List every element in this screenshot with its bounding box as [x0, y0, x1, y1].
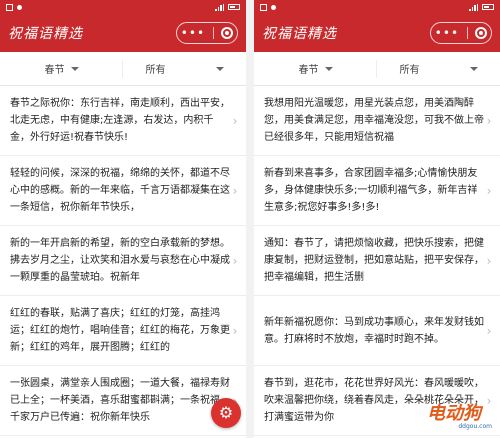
- nav-bar: 祝福语精选 •••: [0, 14, 246, 52]
- mini-program-capsule: •••: [176, 22, 238, 44]
- greeting-list: 我想用阳光温暖您，用星光装点您，用美酒陶醉您，用美食满足您，用幸福淹没您，可我不…: [254, 86, 500, 436]
- scope-filter[interactable]: 所有: [377, 52, 500, 85]
- chevron-right-icon: ›: [232, 323, 238, 338]
- list-item[interactable]: 我想用阳光温暖您，用星光装点您，用美酒陶醉您，用美食满足您，用幸福淹没您，可我不…: [254, 86, 500, 156]
- greeting-text: 新年新福祝愿你：马到成功事顺心，来年发财钱如意。打麻将时不放炮，幸福时时跑不掉。: [264, 316, 484, 345]
- list-item[interactable]: 春节之际祝你：东行吉祥，南走顺利，西出平安，北走无虑，中有健康;左逢源，右发达，…: [0, 86, 246, 156]
- chevron-right-icon: ›: [486, 113, 492, 128]
- dropdown-caret-icon: [70, 66, 79, 71]
- close-mini-program-icon[interactable]: [475, 27, 488, 39]
- greeting-list: 春节之际祝你：东行吉祥，南走顺利，西出平安，北走无虑，中有健康;左逢源，右发达，…: [0, 86, 246, 436]
- more-menu-button[interactable]: •••: [181, 27, 205, 39]
- watermark-text: 电动狗: [427, 403, 481, 424]
- greeting-text: 新春到来喜事多，合家团圆幸福多;心情愉快朋友多，身体健康快乐多;一切顺利福气多，…: [264, 168, 478, 213]
- signal-icon: [215, 3, 224, 11]
- dropdown-caret-icon: [469, 66, 478, 71]
- scope-filter[interactable]: 所有: [123, 52, 246, 85]
- close-mini-program-icon[interactable]: [221, 27, 234, 39]
- greeting-text: 通知：春节了，请把烦恼收藏，把快乐搜索，把健康复制，把财运登制，把如意站贴，把平…: [264, 238, 484, 283]
- list-item[interactable]: 轻轻的问候，深深的祝福，绵绵的关怀，都道不尽心中的感概。新的一年来临，千言万语都…: [0, 156, 246, 226]
- app-title: 祝福语精选: [8, 26, 83, 42]
- greeting-text: 新的一年开启新的希望，新的空白承载新的梦想。拂去岁月之尘，让欢笑和泪水爱与哀愁在…: [10, 238, 230, 283]
- category-filter[interactable]: 春节: [0, 52, 123, 85]
- dropdown-caret-icon: [215, 66, 224, 71]
- notification-icon: [260, 3, 267, 11]
- panel-divider: [246, 0, 254, 438]
- battery-icon: [482, 4, 494, 10]
- signal-icon: [469, 3, 478, 11]
- screenshot-stage: 祝福语精选 ••• 春节 所有 春节之际祝你：东行吉祥，南走顺利，西出平安，北走…: [0, 0, 500, 438]
- chevron-right-icon: ›: [232, 183, 238, 198]
- filter-bar: 春节 所有: [0, 52, 246, 86]
- list-item[interactable]: 一张圆桌，满堂亲人围成圈；一道大餐，福禄寿财已上全；一杯美酒，喜乐甜蜜都斟满；一…: [0, 366, 246, 436]
- category-filter[interactable]: 春节: [254, 52, 377, 85]
- nav-bar: 祝福语精选 •••: [254, 14, 500, 52]
- app-title: 祝福语精选: [262, 26, 337, 42]
- site-watermark-logo: 电动狗 ddgou.com: [410, 392, 498, 432]
- list-item[interactable]: 新春到来喜事多，合家团圆幸福多;心情愉快朋友多，身体健康快乐多;一切顺利福气多，…: [254, 156, 500, 226]
- greeting-text: 一张圆桌，满堂亲人围成圈；一道大餐，福禄寿财已上全；一杯美酒，喜乐甜蜜都斟满；一…: [10, 378, 230, 423]
- chevron-right-icon: ›: [486, 253, 492, 268]
- greeting-text: 春节之际祝你：东行吉祥，南走顺利，西出平安，北走无虑，中有健康;左逢源，右发达，…: [10, 98, 230, 143]
- mini-program-capsule: •••: [430, 22, 492, 44]
- phone-screen-right: 祝福语精选 ••• 春节 所有 我想用阳光温暖您，用星光装点您，用美酒陶醉您，用…: [254, 0, 500, 438]
- notification-dot-icon: [17, 4, 22, 10]
- filter-bar: 春节 所有: [254, 52, 500, 86]
- greeting-text: 轻轻的问候，深深的祝福，绵绵的关怀，都道不尽心中的感概。新的一年来临，千言万语都…: [10, 168, 230, 213]
- category-filter-label: 春节: [298, 65, 319, 76]
- notification-dot-icon: [271, 4, 276, 10]
- chevron-right-icon: ›: [486, 183, 492, 198]
- greeting-text: 我想用阳光温暖您，用星光装点您，用美酒陶醉您，用美食满足您，用幸福淹没您，可我不…: [264, 98, 484, 143]
- greeting-text: 红红的春联，贴满了喜庆；红红的灯笼，高挂鸿运；红红的炮竹，唱响佳音；红红的梅花，…: [10, 308, 230, 353]
- chevron-right-icon: ›: [486, 323, 492, 338]
- status-bar: [0, 0, 246, 14]
- notification-icon: [6, 3, 13, 11]
- settings-fab-button[interactable]: ⚙: [211, 398, 241, 428]
- more-menu-button[interactable]: •••: [435, 27, 459, 39]
- phone-screen-left: 祝福语精选 ••• 春节 所有 春节之际祝你：东行吉祥，南走顺利，西出平安，北走…: [0, 0, 246, 438]
- chevron-right-icon: ›: [232, 253, 238, 268]
- watermark-subtext: ddgou.com: [458, 423, 492, 430]
- dropdown-caret-icon: [324, 66, 333, 71]
- status-bar: [254, 0, 500, 14]
- list-item[interactable]: 新年新福祝愿你：马到成功事顺心，来年发财钱如意。打麻将时不放炮，幸福时时跑不掉。…: [254, 296, 500, 366]
- scope-filter-label: 所有: [399, 65, 420, 76]
- battery-icon: [228, 4, 240, 10]
- list-item[interactable]: 新的一年开启新的希望，新的空白承载新的梦想。拂去岁月之尘，让欢笑和泪水爱与哀愁在…: [0, 226, 246, 296]
- category-filter-label: 春节: [44, 65, 65, 76]
- capsule-divider: [212, 27, 214, 39]
- scope-filter-label: 所有: [145, 65, 166, 76]
- list-item[interactable]: 红红的春联，贴满了喜庆；红红的灯笼，高挂鸿运；红红的炮竹，唱响佳音；红红的梅花，…: [0, 296, 246, 366]
- list-item[interactable]: 通知：春节了，请把烦恼收藏，把快乐搜索，把健康复制，把财运登制，把如意站贴，把平…: [254, 226, 500, 296]
- capsule-divider: [466, 27, 468, 39]
- gear-icon: ⚙: [218, 403, 234, 422]
- chevron-right-icon: ›: [232, 113, 238, 128]
